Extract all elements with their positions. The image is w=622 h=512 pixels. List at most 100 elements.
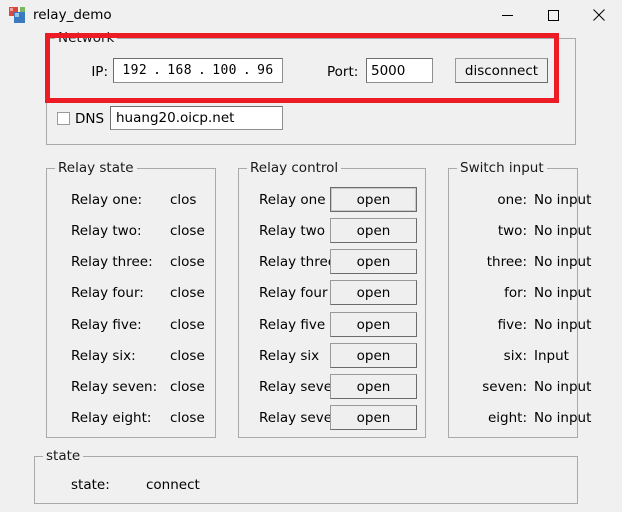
- ip-separator-3: .: [242, 63, 252, 78]
- relay-control-button-label: open: [356, 284, 391, 301]
- relay-state-row: Relay four: close: [47, 282, 217, 304]
- relay-state-value: close: [170, 410, 205, 426]
- dns-checkbox[interactable]: [57, 112, 70, 125]
- relay-seven-open-button[interactable]: open: [330, 374, 417, 399]
- relay-eight-open-button[interactable]: open: [330, 405, 417, 430]
- state-group-title: state: [43, 448, 84, 464]
- switch-input-name: one:: [497, 192, 527, 208]
- port-label: Port:: [327, 64, 359, 80]
- switch-input-row: six: Input: [449, 345, 579, 367]
- dns-input[interactable]: huang20.oicp.net: [110, 106, 283, 130]
- relay-state-name: Relay three:: [71, 254, 153, 270]
- relay-five-open-button[interactable]: open: [330, 312, 417, 337]
- relay-control-name: Relay four: [259, 285, 328, 301]
- switch-input-name: eight:: [487, 410, 527, 426]
- relay-three-open-button[interactable]: open: [330, 249, 417, 274]
- state-value: connect: [146, 477, 200, 493]
- relay-control-name: Relay two: [259, 223, 325, 239]
- close-button[interactable]: [576, 0, 622, 30]
- switch-input-value: No input: [534, 223, 592, 239]
- relay-control-button-label: open: [356, 191, 391, 208]
- switch-input-name: five:: [497, 317, 527, 333]
- relay-state-name: Relay eight:: [71, 410, 152, 426]
- relay-four-open-button[interactable]: open: [330, 280, 417, 305]
- relay-control-row: Relay four open: [239, 280, 427, 305]
- relay-one-open-button[interactable]: open: [330, 187, 417, 212]
- relay-control-name: Relay seven: [259, 379, 341, 395]
- relay-control-button-label: open: [356, 222, 391, 239]
- relay-control-button-label: open: [356, 253, 391, 270]
- switch-input-row: eight: No input: [449, 407, 591, 429]
- state-label: state:: [71, 477, 110, 493]
- relay-state-value: clos: [170, 192, 197, 208]
- switch-input-name: three:: [486, 254, 527, 270]
- relay-state-value: close: [170, 223, 205, 239]
- ip-octet-2: 168: [167, 63, 192, 78]
- disconnect-button[interactable]: disconnect: [455, 58, 548, 83]
- relay-control-button-label: open: [356, 316, 391, 333]
- relay-control-button-label: open: [356, 378, 391, 395]
- ip-label: IP:: [91, 64, 108, 80]
- relay-control-group-title: Relay control: [247, 160, 342, 176]
- relay-control-name: Relay six: [259, 348, 320, 364]
- relay-state-row: Relay seven: close: [47, 376, 217, 398]
- relay-control-row: Relay seven open: [239, 374, 427, 399]
- port-input[interactable]: 5000: [366, 58, 433, 83]
- relay-control-row: Relay six open: [239, 343, 427, 368]
- switch-input-value: No input: [534, 379, 592, 395]
- relay-state-row: Relay one: clos: [47, 189, 217, 211]
- switch-input-row: three: No input: [449, 251, 592, 273]
- switch-input-row: for: No input: [449, 282, 591, 304]
- relay-two-open-button[interactable]: open: [330, 218, 417, 243]
- application-window: relay_demo Network IP: 192 . 168 . 100 .: [0, 0, 622, 512]
- relay-control-name: Relay five: [259, 317, 326, 333]
- relay-state-value: close: [170, 285, 205, 301]
- ip-octet-4: 96: [257, 63, 274, 78]
- switch-input-name: six:: [503, 348, 527, 364]
- relay-control-name: Relay seven: [259, 410, 341, 426]
- ip-address-input[interactable]: 192 . 168 . 100 . 96: [113, 58, 283, 83]
- switch-input-row: two: No input: [449, 220, 592, 242]
- maximize-button[interactable]: [530, 0, 576, 30]
- relay-state-value: close: [170, 379, 205, 395]
- switch-input-name: for:: [504, 285, 527, 301]
- ip-octet-1: 192: [122, 63, 148, 78]
- relay-six-open-button[interactable]: open: [330, 343, 417, 368]
- relay-control-name: Relay one: [259, 192, 326, 208]
- relay-state-name: Relay two:: [71, 223, 142, 239]
- switch-input-row: five: No input: [449, 314, 592, 336]
- minimize-button[interactable]: [484, 0, 530, 30]
- relay-state-name: Relay four:: [71, 285, 144, 301]
- title-bar: relay_demo: [0, 0, 622, 30]
- ip-separator-2: .: [197, 63, 207, 78]
- disconnect-button-label: disconnect: [464, 62, 539, 79]
- relay-control-row: Relay one open: [239, 187, 427, 212]
- relay-state-group: Relay state Relay one: clos Relay two: c…: [46, 160, 217, 438]
- relay-state-value: close: [170, 348, 205, 364]
- relay-control-row: Relay two open: [239, 218, 427, 243]
- relay-state-name: Relay five:: [71, 317, 142, 333]
- relay-control-name: Relay three: [259, 254, 337, 270]
- relay-control-button-label: open: [356, 347, 391, 364]
- relay-state-row: Relay eight: close: [47, 407, 217, 429]
- relay-state-value: close: [170, 254, 205, 270]
- relay-state-value: close: [170, 317, 205, 333]
- close-icon: [593, 9, 605, 21]
- relay-control-row: Relay seven open: [239, 405, 427, 430]
- dns-value: huang20.oicp.net: [116, 110, 235, 126]
- relay-state-row: Relay six: close: [47, 345, 217, 367]
- switch-input-group-title: Switch input: [457, 160, 547, 176]
- app-icon: [9, 7, 25, 23]
- relay-control-row: Relay three open: [239, 249, 427, 274]
- port-value: 5000: [371, 62, 406, 79]
- switch-input-value: No input: [534, 254, 592, 270]
- switch-input-value: No input: [534, 317, 592, 333]
- dns-label: DNS: [75, 111, 105, 127]
- relay-control-button-label: open: [356, 409, 391, 426]
- ip-octet-3: 100: [212, 63, 237, 78]
- ip-separator-1: .: [153, 63, 162, 78]
- maximize-icon: [547, 9, 559, 21]
- relay-control-group: Relay control Relay one open Relay two o…: [238, 160, 427, 438]
- switch-input-value: Input: [534, 348, 569, 364]
- switch-input-row: seven: No input: [449, 376, 591, 398]
